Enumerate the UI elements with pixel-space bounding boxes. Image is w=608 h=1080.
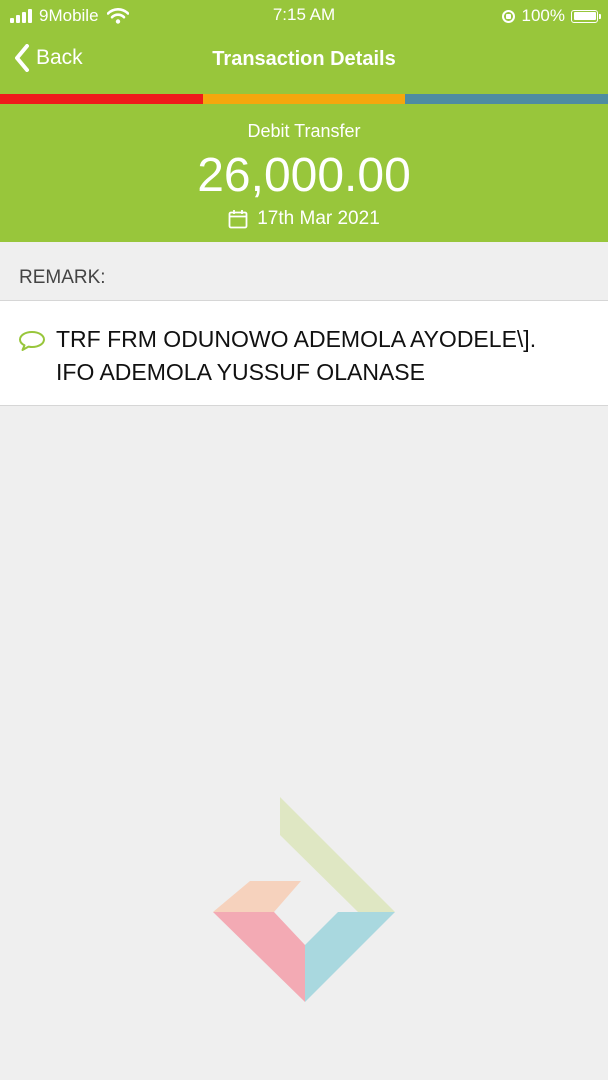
remark-text: TRF FRM ODUNOWO ADEMOLA AYODELE\]. IFO A… — [56, 326, 537, 385]
transaction-type: Debit Transfer — [247, 121, 361, 141]
nav-bar: Back Transaction Details — [0, 32, 608, 94]
stripe-segment-blue — [405, 94, 608, 104]
transaction-date-row: 17th Mar 2021 — [0, 208, 608, 230]
remark-box: TRF FRM ODUNOWO ADEMOLA AYODELE\]. IFO A… — [0, 300, 608, 406]
status-right: 100% — [501, 5, 601, 27]
logo-green-segment — [280, 797, 395, 912]
calendar-icon — [228, 210, 248, 229]
remark-label: REMARK: — [19, 267, 106, 288]
rotation-lock-icon — [501, 9, 515, 23]
battery-icon — [571, 9, 601, 23]
logo-peach-segment — [213, 881, 301, 912]
status-bar: 9Mobile 7:15 AM 100% — [0, 0, 608, 32]
comment-icon — [19, 331, 45, 351]
color-stripe — [0, 94, 608, 104]
stripe-segment-red — [0, 94, 203, 104]
logo-blue-segment — [305, 912, 395, 1002]
transaction-date: 17th Mar 2021 — [257, 208, 380, 229]
transaction-summary: Debit Transfer 26,000.00 17th Mar 2021 — [0, 104, 608, 242]
logo-pink-segment — [213, 912, 305, 1002]
page-title: Transaction Details — [212, 48, 396, 70]
stripe-segment-orange — [202, 94, 406, 104]
battery-percent: 100% — [521, 6, 565, 25]
transaction-amount: 26,000.00 — [197, 149, 411, 202]
bank-logo-watermark — [213, 797, 395, 1002]
